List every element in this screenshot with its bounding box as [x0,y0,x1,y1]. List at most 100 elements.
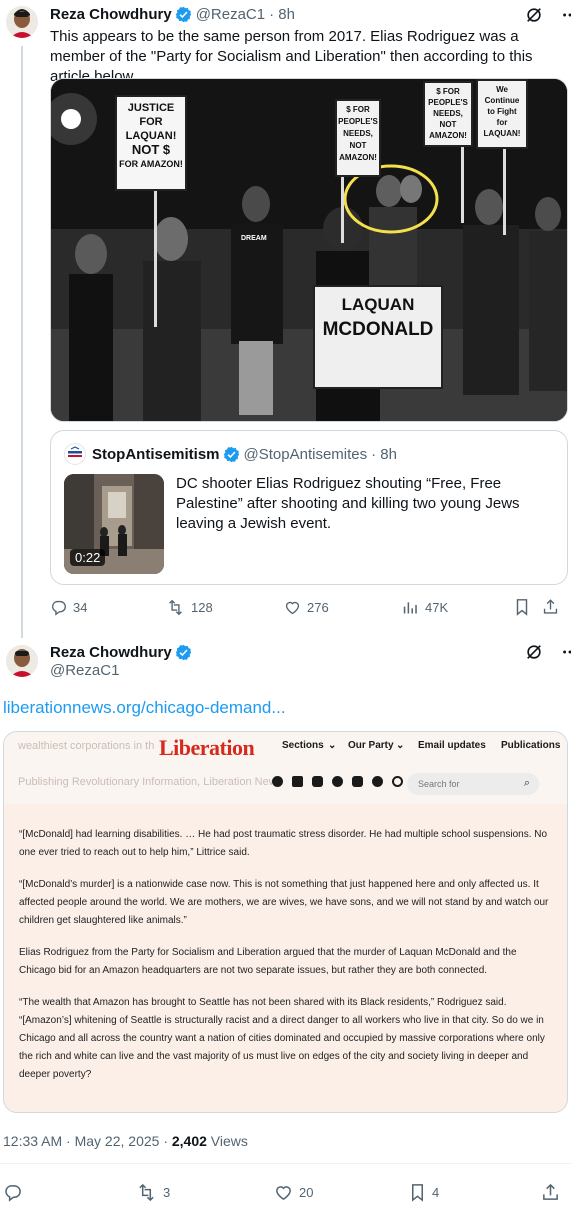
nav-sections: Sections [282,740,324,751]
like-button[interactable]: 276 [284,599,402,616]
like-count: 276 [307,599,329,615]
author-name[interactable]: Reza Chowdhury [50,6,172,23]
post-photo[interactable]: JUSTICE FOR LAQUAN! NOT $ FOR AMAZON! $ FOR P… [50,78,568,422]
avatar-image [6,645,38,677]
more-options-icon[interactable] [559,641,571,663]
like-button[interactable]: 20 [274,1183,409,1202]
repost-count: 128 [191,599,213,615]
quoted-post-text: DC shooter Elias Rodriguez shouting “Fre… [176,475,520,532]
avatar-image [6,6,38,38]
share-button[interactable] [542,598,559,616]
article-body: “[McDonald] had learning disabilities. …… [19,826,549,1098]
rss-icon [392,776,403,787]
repost-button[interactable]: 128 [166,599,284,616]
reply-icon [5,1185,21,1202]
shirt-text: DREAM [241,235,267,242]
chevron-down-icon: ⌄ [328,740,337,751]
post-actions: 3 20 4 [3,1183,563,1202]
post-timestamp[interactable]: 12:33 AM · May 22, 2025 · [3,1133,172,1149]
repost-button[interactable]: 3 [136,1183,274,1202]
verified-badge-icon [223,446,239,462]
quoted-post-time: · 8h [371,445,397,463]
like-count: 20 [299,1185,314,1200]
views-label: Views [206,1133,248,1149]
views-total: 2,402 [171,1133,207,1149]
search-placeholder: Search for [418,779,460,789]
author-handle[interactable]: @RezaC1 [50,662,119,679]
stopantisemitism-avatar [64,443,86,465]
quoted-post[interactable]: StopAntisemitism @StopAntisemites · 8h 0… [50,430,568,585]
more-options-icon[interactable] [559,4,571,26]
facebook-icon [272,776,283,787]
post-metadata: 12:33 AM · May 22, 2025 · 2,402 Views [3,1133,248,1149]
repost-icon [169,599,182,615]
post-time[interactable]: · 8h [269,6,295,23]
liberation-logo: Liberation [159,735,255,760]
author-handle[interactable]: @RezaC1 [196,6,265,23]
repost-count: 3 [163,1185,171,1200]
share-button[interactable] [541,1183,560,1202]
article-screenshot[interactable]: wealthiest corporations in th Liberation… [3,731,568,1113]
video-duration: 0:22 [70,549,106,566]
grok-icon[interactable] [523,4,545,26]
post-header: Reza Chowdhury @RezaC1 · 8h [50,3,295,25]
nav-email-updates: Email updates [418,740,486,751]
protest-sign: $ FOR PEOPLE'S NEEDS, NOT AMAZON! [423,81,473,147]
article-link[interactable]: liberationnews.org/chicago-demand... [3,698,286,718]
instagram-icon [352,776,363,787]
bookmark-icon [411,1184,424,1202]
article-paragraph: “The wealth that Amazon has brought to S… [19,997,545,1080]
article-site-header: wealthiest corporations in th Liberation… [4,732,567,804]
faint-background-text: Publishing Revolutionary Information, Li… [18,776,283,788]
thread-connector-line [21,46,23,638]
divider [0,1163,571,1164]
protest-sign: We Continue to Fight for LAQUAN! [476,79,528,149]
video-thumbnail[interactable]: 0:22 [64,474,164,574]
bookmark-count: 4 [432,1185,440,1200]
post-top-actions [523,4,571,26]
faint-background-text: wealthiest corporations in th [18,740,155,752]
site-search-input: Search for ⌕ [407,773,539,795]
avatar[interactable] [6,6,38,38]
quoted-post-header: StopAntisemitism @StopAntisemites · 8h [64,443,397,465]
protest-sign: LAQUAN MCDONALD [313,285,443,389]
reply-button[interactable] [3,1183,136,1202]
protest-sign: $ FOR PEOPLE'S NEEDS, NOT AMAZON! [335,99,381,177]
share-icon [543,599,558,614]
nav-publications: Publications [501,740,561,751]
post-top-actions [523,641,571,663]
youtube-icon [312,776,323,787]
verified-badge-icon [175,644,191,660]
soundcloud-icon [332,776,343,787]
spotify-icon [372,776,383,787]
heart-icon [276,1186,291,1201]
reply-count: 34 [73,599,88,615]
views-icon [403,601,417,613]
quoted-author-handle: @StopAntisemites [243,445,368,463]
social-icons [272,776,403,787]
nav-our-party: Our Party [348,740,394,751]
grok-icon[interactable] [523,641,545,663]
bookmark-button[interactable] [514,598,542,616]
protest-sign: JUSTICE FOR LAQUAN! NOT $ FOR AMAZON! [115,95,187,191]
reply-icon [52,600,66,616]
quoted-author-name: StopAntisemitism [92,445,220,463]
view-count: 47K [425,599,449,615]
avatar[interactable] [6,645,38,677]
search-icon: ⌕ [523,777,530,789]
verified-badge-icon [175,6,191,22]
bookmark-icon [516,599,528,616]
x-icon [292,776,303,787]
post-actions: 34 128 276 47K [50,598,568,616]
chevron-down-icon: ⌄ [396,740,405,751]
views-button[interactable]: 47K [402,599,514,616]
bookmark-button[interactable]: 4 [409,1183,541,1202]
share-icon [543,1183,558,1200]
post-header: Reza Chowdhury [50,641,192,663]
article-paragraph: “[McDonald’s murder] is a nationwide cas… [19,879,549,926]
heart-icon [285,601,300,614]
reply-button[interactable]: 34 [50,599,166,616]
article-paragraph: “[McDonald] had learning disabilities. …… [19,829,548,858]
author-name[interactable]: Reza Chowdhury [50,644,172,661]
repost-icon [139,1183,154,1202]
